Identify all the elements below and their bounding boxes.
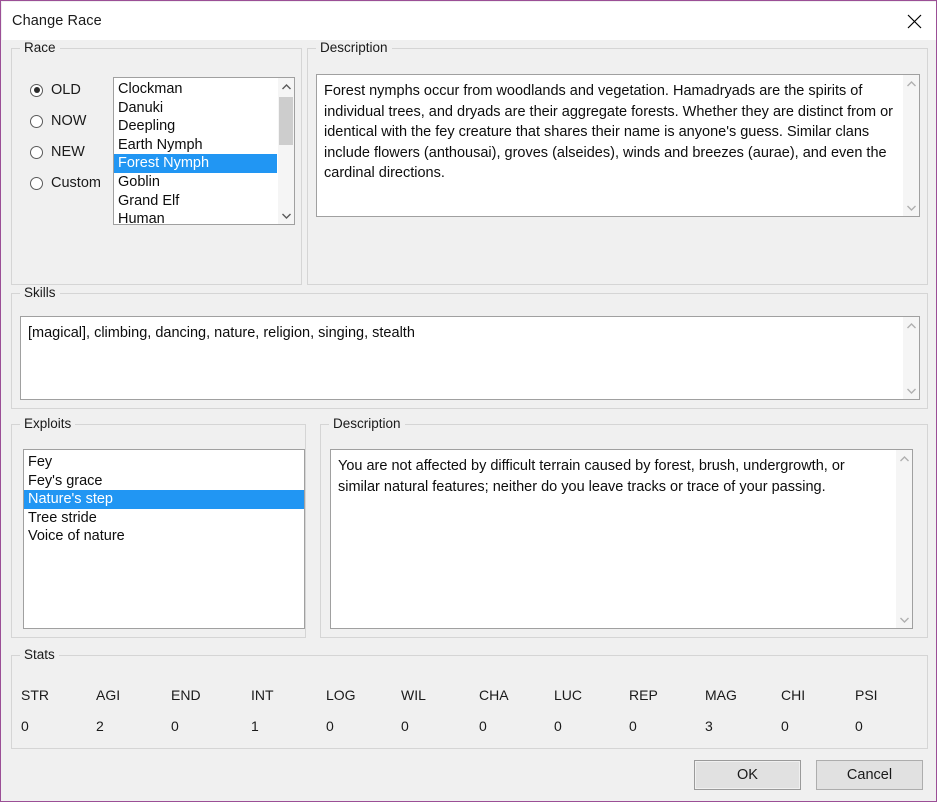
chevron-down-icon[interactable] <box>896 611 912 628</box>
stat-value: 0 <box>855 718 863 734</box>
close-icon[interactable] <box>891 2 936 40</box>
stat-label: STR <box>21 687 49 703</box>
race-listbox[interactable]: Clockman Danuki Deepling Earth Nymph For… <box>113 77 295 225</box>
list-item[interactable]: Clockman <box>114 80 277 99</box>
radio-indicator-old <box>30 83 43 97</box>
stats-row: STR 0 AGI 2 END 0 INT 1 LOG 0 WIL 0 CHA … <box>21 687 927 737</box>
chevron-up-icon[interactable] <box>278 78 294 95</box>
skills-textarea[interactable]: [magical], climbing, dancing, nature, re… <box>20 316 920 400</box>
radio-label-now: NOW <box>51 113 87 129</box>
scrollbar-thumb[interactable] <box>279 97 293 145</box>
race-description-legend: Description <box>316 40 392 56</box>
stat-label: PSI <box>855 687 878 703</box>
radio-custom[interactable]: Custom <box>30 174 101 192</box>
stats-group: Stats STR 0 AGI 2 END 0 INT 1 LOG 0 WIL … <box>11 647 928 749</box>
stat-label: INT <box>251 687 274 703</box>
skills-group-legend: Skills <box>20 285 60 301</box>
radio-indicator-new <box>30 145 43 159</box>
stat-value: 0 <box>479 718 487 734</box>
race-group: Race OLD NOW NEW Custom Clockman Danuki … <box>11 40 302 285</box>
radio-label-old: OLD <box>51 82 81 98</box>
stat-label: LUC <box>554 687 583 703</box>
stat-value: 0 <box>781 718 789 734</box>
radio-label-custom: Custom <box>51 175 101 191</box>
radio-indicator-now <box>30 114 43 128</box>
race-description-scrollbar[interactable] <box>902 75 919 216</box>
stat-label: CHA <box>479 687 509 703</box>
stat-label: MAG <box>705 687 737 703</box>
radio-new[interactable]: NEW <box>30 143 85 161</box>
stat-value: 0 <box>629 718 637 734</box>
change-race-dialog: Change Race Race OLD NOW NEW Custom Cloc… <box>0 0 937 802</box>
skills-text: [magical], climbing, dancing, nature, re… <box>28 325 415 341</box>
stat-value: 0 <box>326 718 334 734</box>
race-group-legend: Race <box>20 40 60 56</box>
exploit-description-legend: Description <box>329 416 405 432</box>
list-item[interactable]: Grand Elf <box>114 192 277 211</box>
race-list-items: Clockman Danuki Deepling Earth Nymph For… <box>114 80 277 224</box>
chevron-down-icon[interactable] <box>903 382 919 399</box>
radio-old[interactable]: OLD <box>30 81 81 99</box>
list-item[interactable]: Tree stride <box>24 509 304 528</box>
stat-value: 0 <box>171 718 179 734</box>
list-item[interactable]: Human <box>114 210 277 224</box>
window-title: Change Race <box>12 13 102 29</box>
stats-group-legend: Stats <box>20 647 59 663</box>
race-description-textarea[interactable]: Forest nymphs occur from woodlands and v… <box>316 74 920 217</box>
race-list-scrollbar[interactable] <box>277 78 294 224</box>
list-item[interactable]: Voice of nature <box>24 527 304 546</box>
radio-now[interactable]: NOW <box>30 112 86 130</box>
stat-label: LOG <box>326 687 356 703</box>
list-item[interactable]: Fey <box>24 453 304 472</box>
list-item[interactable]: Danuki <box>114 99 277 118</box>
chevron-up-icon[interactable] <box>903 75 919 92</box>
exploit-description-scrollbar[interactable] <box>895 450 912 628</box>
radio-label-new: NEW <box>51 144 85 160</box>
stat-label: CHI <box>781 687 806 703</box>
list-item[interactable]: Fey's grace <box>24 472 304 491</box>
chevron-down-icon[interactable] <box>903 199 919 216</box>
stat-label: AGI <box>96 687 121 703</box>
title-bar: Change Race <box>2 2 936 41</box>
dialog-body: Race OLD NOW NEW Custom Clockman Danuki … <box>2 40 936 801</box>
radio-indicator-custom <box>30 176 43 190</box>
stat-value: 2 <box>96 718 104 734</box>
stat-label: WIL <box>401 687 426 703</box>
chevron-down-icon[interactable] <box>278 207 294 224</box>
exploits-list-items: Fey Fey's grace Nature's step Tree strid… <box>24 453 304 546</box>
race-description-group: Description Forest nymphs occur from woo… <box>307 40 928 285</box>
stat-value: 0 <box>401 718 409 734</box>
exploit-description-textarea[interactable]: You are not affected by difficult terrai… <box>330 449 913 629</box>
stat-label: END <box>171 687 201 703</box>
stat-label: REP <box>629 687 658 703</box>
list-item-selected[interactable]: Forest Nymph <box>114 154 277 173</box>
skills-group: Skills [magical], climbing, dancing, nat… <box>11 285 928 409</box>
exploits-group-legend: Exploits <box>20 416 76 432</box>
list-item-selected[interactable]: Nature's step <box>24 490 304 509</box>
list-item[interactable]: Goblin <box>114 173 277 192</box>
cancel-button[interactable]: Cancel <box>816 760 923 790</box>
exploit-description-group: Description You are not affected by diff… <box>320 416 928 638</box>
ok-button[interactable]: OK <box>694 760 801 790</box>
stat-value: 0 <box>554 718 562 734</box>
exploits-listbox[interactable]: Fey Fey's grace Nature's step Tree strid… <box>23 449 305 629</box>
stat-value: 3 <box>705 718 713 734</box>
stat-value: 0 <box>21 718 29 734</box>
exploits-group: Exploits Fey Fey's grace Nature's step T… <box>11 416 306 638</box>
exploit-description-text: You are not affected by difficult terrai… <box>338 458 845 495</box>
race-description-text: Forest nymphs occur from woodlands and v… <box>324 83 894 181</box>
list-item[interactable]: Deepling <box>114 117 277 136</box>
chevron-up-icon[interactable] <box>903 317 919 334</box>
list-item[interactable]: Earth Nymph <box>114 136 277 155</box>
chevron-up-icon[interactable] <box>896 450 912 467</box>
skills-scrollbar[interactable] <box>902 317 919 399</box>
stat-value: 1 <box>251 718 259 734</box>
